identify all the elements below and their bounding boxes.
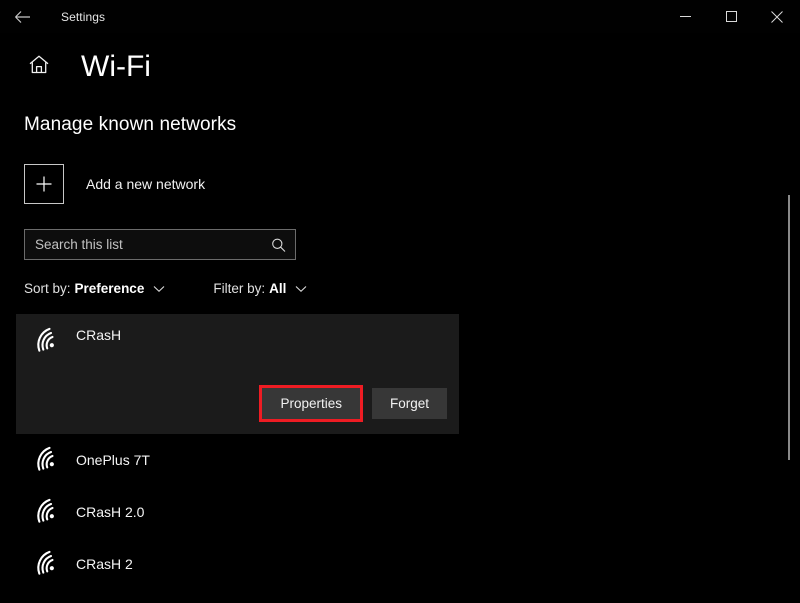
sort-by-value: Preference <box>75 281 145 296</box>
minimize-icon <box>680 11 691 22</box>
maximize-icon <box>726 11 737 22</box>
network-name: CRasH 2 <box>76 556 133 572</box>
network-name: CRasH 2.0 <box>76 504 144 520</box>
section-title: Manage known networks <box>24 114 800 136</box>
search-icon[interactable] <box>271 237 286 252</box>
network-actions: Properties Forget <box>259 385 447 422</box>
known-networks-list: CRasH Properties Forget <box>0 314 800 590</box>
scrollbar-thumb[interactable] <box>788 195 790 460</box>
plus-icon <box>24 164 64 204</box>
filter-by-label: Filter by: <box>213 281 265 296</box>
home-button[interactable] <box>20 54 58 80</box>
title-bar: Settings <box>0 0 800 33</box>
settings-window: Settings <box>0 0 800 603</box>
add-new-network-label: Add a new network <box>86 176 205 192</box>
back-arrow-icon <box>14 10 31 24</box>
main-content: Manage known networks Add a new network … <box>0 114 800 590</box>
filter-by-value: All <box>269 281 286 296</box>
search-input[interactable] <box>25 230 255 259</box>
properties-highlight-box: Properties <box>259 385 363 422</box>
add-new-network-button[interactable]: Add a new network <box>24 164 244 204</box>
window-controls <box>662 0 800 33</box>
wifi-icon <box>32 497 62 527</box>
list-item[interactable]: OnePlus 7T <box>0 434 800 486</box>
back-button[interactable] <box>0 1 44 33</box>
chevron-down-icon <box>295 285 307 293</box>
wifi-icon <box>32 445 62 475</box>
chevron-down-icon <box>153 285 165 293</box>
filter-by-dropdown[interactable]: Filter by: All <box>213 281 307 296</box>
forget-button[interactable]: Forget <box>372 388 447 419</box>
network-item-selected[interactable]: CRasH Properties Forget <box>16 314 459 434</box>
close-icon <box>771 11 783 23</box>
network-name: OnePlus 7T <box>76 452 150 468</box>
app-title: Settings <box>61 10 105 24</box>
search-box[interactable] <box>24 229 296 260</box>
sort-by-label: Sort by: <box>24 281 71 296</box>
page-title: Wi-Fi <box>81 48 151 86</box>
scrollbar[interactable] <box>787 40 796 600</box>
wifi-icon <box>32 549 62 579</box>
network-item-header: CRasH <box>16 314 459 356</box>
properties-button[interactable]: Properties <box>262 388 360 419</box>
sort-filter-bar: Sort by: Preference Filter by: All <box>24 281 800 296</box>
close-button[interactable] <box>754 0 800 33</box>
list-item[interactable]: CRasH 2.0 <box>0 486 800 538</box>
sort-by-dropdown[interactable]: Sort by: Preference <box>24 281 165 296</box>
network-name: CRasH <box>76 327 121 343</box>
maximize-button[interactable] <box>708 0 754 33</box>
minimize-button[interactable] <box>662 0 708 33</box>
page-header: Wi-Fi <box>0 48 151 86</box>
list-item[interactable]: CRasH 2 <box>0 538 800 590</box>
wifi-icon <box>32 326 62 356</box>
home-icon <box>28 54 50 80</box>
